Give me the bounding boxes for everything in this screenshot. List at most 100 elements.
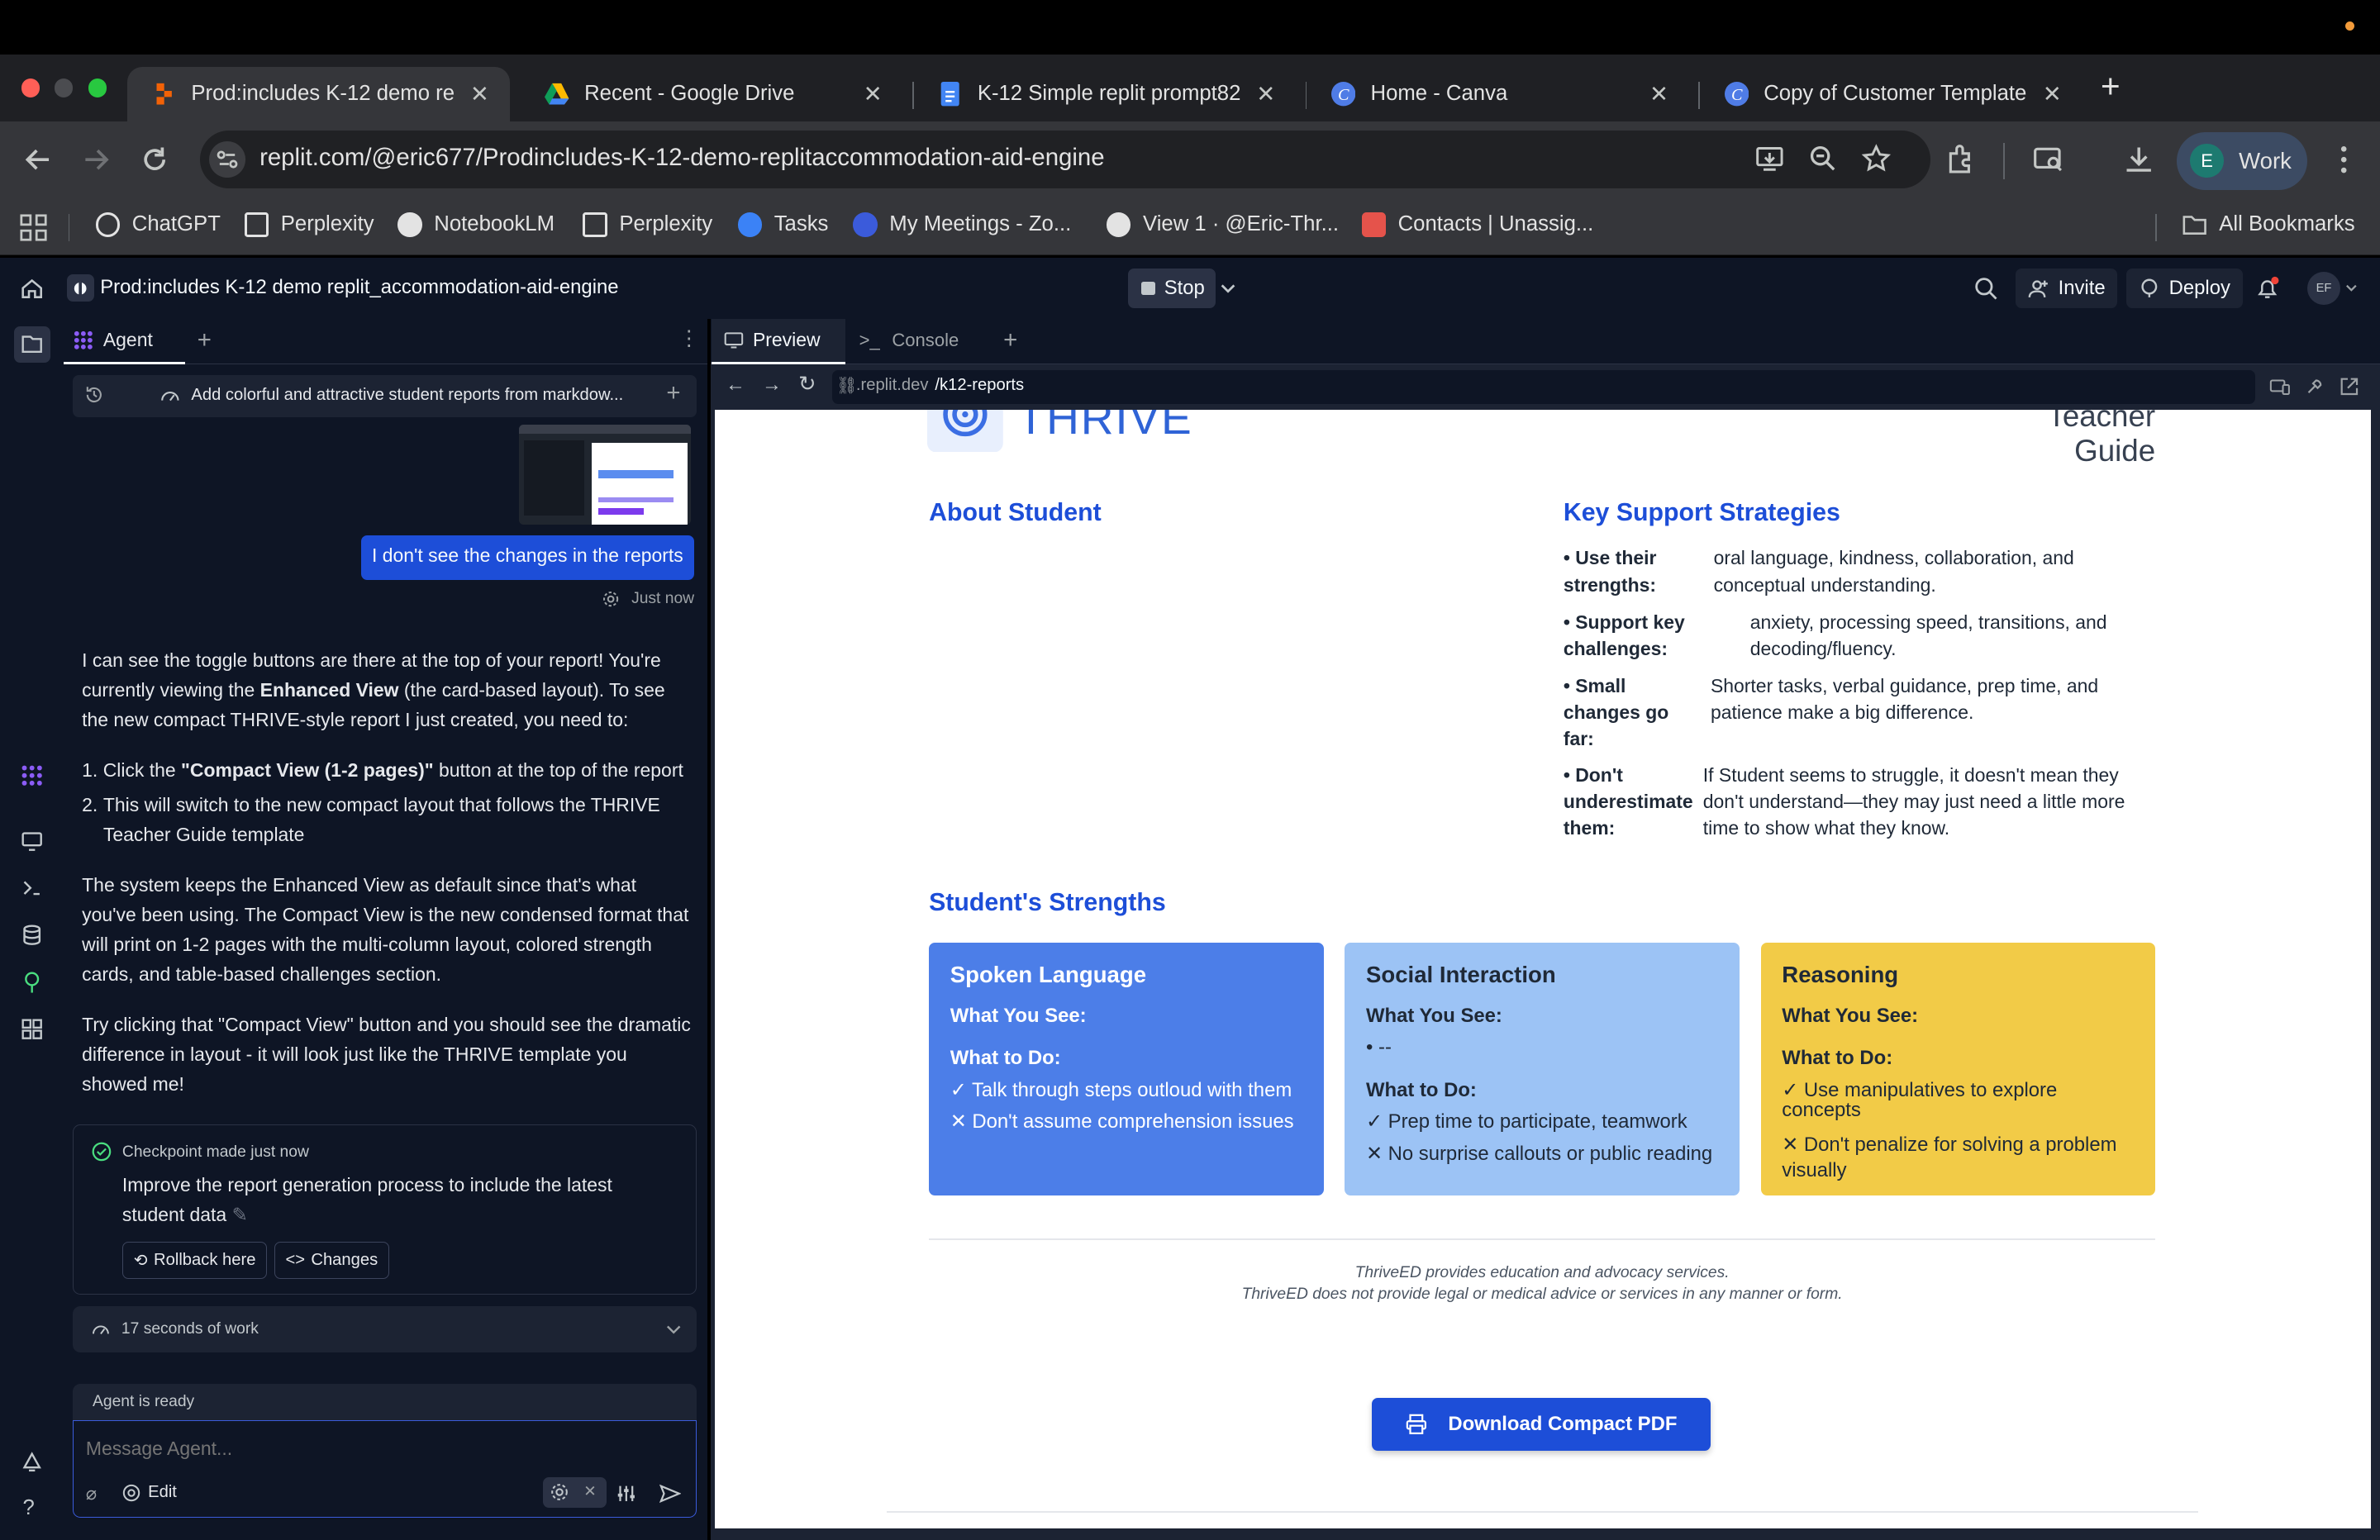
forward-arrow-icon[interactable]: →: [762, 373, 782, 397]
preview-monitor-icon[interactable]: [20, 829, 44, 853]
kebab-icon[interactable]: ⋮: [678, 326, 700, 351]
extended-thinking-toggle[interactable]: ✕: [542, 1477, 607, 1508]
packages-icon[interactable]: [20, 970, 44, 994]
reload-icon[interactable]: [138, 143, 171, 176]
card-see-label: What You See:: [950, 1004, 1087, 1027]
agent-reply-step-2: This will switch to the new compact layo…: [102, 793, 660, 845]
close-icon[interactable]: ✕: [1254, 81, 1278, 107]
files-icon[interactable]: [20, 332, 44, 356]
alerts-icon[interactable]: [20, 1451, 44, 1475]
attach-paperclip-icon[interactable]: ⌀: [86, 1483, 97, 1504]
database-icon[interactable]: [20, 923, 44, 947]
close-icon[interactable]: ✕: [468, 81, 492, 107]
download-compact-pdf-button[interactable]: Download Compact PDF: [1372, 1397, 1711, 1451]
all-tools-icon[interactable]: [20, 1017, 44, 1041]
report-page: THRIVE Teacher Guide About Student Key S…: [715, 409, 2371, 1528]
window-zoom-dot[interactable]: [88, 78, 107, 97]
console-icon[interactable]: [20, 876, 44, 900]
attached-screenshot-thumbnail[interactable]: [519, 425, 691, 525]
all-bookmarks[interactable]: All Bookmarks: [2182, 212, 2355, 236]
help-icon[interactable]: ?: [23, 1496, 35, 1520]
stop-button[interactable]: Stop: [1127, 269, 1216, 308]
close-icon[interactable]: ✕: [2040, 81, 2064, 107]
profile-button[interactable]: E Work: [2176, 131, 2307, 190]
user-message: I don't see the changes in the reports: [361, 535, 694, 580]
zoom-icon[interactable]: [1808, 144, 1839, 174]
devtools-wrench-icon[interactable]: [2304, 376, 2325, 397]
bookmark-tasks[interactable]: Tasks: [737, 212, 828, 237]
folder-icon: [2182, 216, 2207, 235]
browser-tab-docs[interactable]: K-12 Simple replit prompt826 ✕: [914, 67, 1297, 121]
message-input-box[interactable]: ⌀ Edit ✕: [73, 1420, 697, 1518]
url-text[interactable]: replit.com/@eric677/Prodincludes-K-12-de…: [259, 144, 1105, 172]
project-title[interactable]: Prod:includes K-12 demo replit_accommoda…: [100, 276, 618, 299]
tab-search-icon[interactable]: [2032, 143, 2065, 176]
install-app-icon[interactable]: [1754, 144, 1785, 174]
chevron-down-icon[interactable]: [2345, 283, 2358, 295]
new-tab-button[interactable]: +: [1003, 326, 1017, 354]
bookmark-contacts[interactable]: Contacts | Unassig...: [1361, 212, 1593, 237]
edit-mode-button[interactable]: Edit: [122, 1483, 177, 1502]
tab-console[interactable]: >_ Console: [859, 330, 959, 351]
reload-icon[interactable]: ↻: [798, 372, 816, 397]
rollback-button[interactable]: ⟲ Rollback here: [121, 1242, 268, 1279]
bookmark-chatgpt[interactable]: ChatGPT: [95, 212, 221, 237]
devices-icon[interactable]: [2269, 376, 2291, 397]
bookmark-perplexity-2[interactable]: Perplexity: [583, 212, 712, 237]
stop-icon: [1141, 281, 1155, 296]
bell-icon[interactable]: [2255, 276, 2279, 300]
history-icon[interactable]: [83, 384, 105, 406]
new-thread-button[interactable]: +: [666, 379, 680, 407]
invite-button[interactable]: Invite: [2016, 269, 2118, 308]
back-arrow-icon[interactable]: [21, 143, 55, 176]
left-rail: ?: [0, 318, 64, 1540]
card-do-label: What to Do:: [1366, 1078, 1477, 1101]
bookmark-label: View 1 · @Eric-Thr...: [1143, 212, 1340, 236]
extensions-icon[interactable]: [1944, 143, 1978, 176]
close-icon[interactable]: ✕: [583, 1482, 596, 1500]
menu-kebab-icon[interactable]: [2327, 143, 2360, 176]
browser-tab-canva[interactable]: C Home - Canva ✕: [1307, 67, 1689, 121]
checkpoint-card: Checkpoint made just now Improve the rep…: [73, 1124, 697, 1295]
changes-button[interactable]: <> Changes: [274, 1242, 390, 1279]
new-tab-button[interactable]: +: [198, 326, 212, 354]
agent-icon[interactable]: [20, 763, 44, 787]
chevron-down-icon[interactable]: [1219, 279, 1237, 297]
site-settings-icon[interactable]: [209, 140, 246, 178]
card-see-label: What You See:: [1366, 1004, 1502, 1027]
forward-arrow-icon[interactable]: [79, 143, 112, 176]
project-icon[interactable]: [66, 274, 94, 302]
work-time-row[interactable]: 17 seconds of work: [73, 1306, 697, 1352]
close-icon[interactable]: ✕: [860, 81, 884, 107]
send-icon[interactable]: [659, 1483, 681, 1504]
tab-agent[interactable]: Agent: [64, 319, 186, 364]
downloads-icon[interactable]: [2122, 143, 2155, 176]
bookmark-github[interactable]: View 1 · @Eric-Thr...: [1106, 212, 1340, 237]
message-input[interactable]: [85, 1433, 678, 1464]
browser-tab-drive[interactable]: Recent - Google Drive ✕: [521, 67, 903, 121]
browser-tab-canva-template[interactable]: C Copy of Customer Template - ✕: [1700, 67, 2082, 121]
apps-grid-icon[interactable]: [20, 214, 47, 241]
user-avatar[interactable]: EF: [2306, 271, 2341, 306]
browser-tab-replit[interactable]: Prod:includes K-12 demo repl ✕: [127, 66, 511, 121]
bookmark-zoom[interactable]: My Meetings - Zo...: [853, 212, 1071, 237]
sliders-icon[interactable]: [616, 1483, 637, 1504]
bookmark-star-icon[interactable]: [1861, 144, 1892, 174]
address-bar[interactable]: replit.com/@eric677/Prodincludes-K-12-de…: [200, 130, 1931, 188]
pencil-icon: ✎: [231, 1203, 248, 1225]
preview-url-field[interactable]: ⛓ .replit.dev /k12-reports: [831, 370, 2256, 404]
close-icon[interactable]: ✕: [1647, 81, 1671, 107]
tab-preview[interactable]: Preview: [712, 318, 846, 364]
window-minimize-dot[interactable]: [55, 78, 74, 97]
back-arrow-icon[interactable]: ←: [726, 373, 745, 397]
deploy-button[interactable]: Deploy: [2126, 269, 2243, 308]
window-close-dot[interactable]: [21, 78, 40, 97]
external-link-icon[interactable]: [2339, 376, 2360, 397]
edit-label: Edit: [148, 1483, 177, 1502]
thread-title[interactable]: Add colorful and attractive student repo…: [191, 386, 623, 405]
new-tab-button[interactable]: +: [2101, 69, 2121, 102]
search-icon[interactable]: [1973, 276, 1997, 300]
bookmark-perplexity[interactable]: Perplexity: [244, 212, 374, 237]
home-icon[interactable]: [20, 276, 44, 300]
bookmark-notebooklm[interactable]: NotebookLM: [397, 212, 555, 237]
